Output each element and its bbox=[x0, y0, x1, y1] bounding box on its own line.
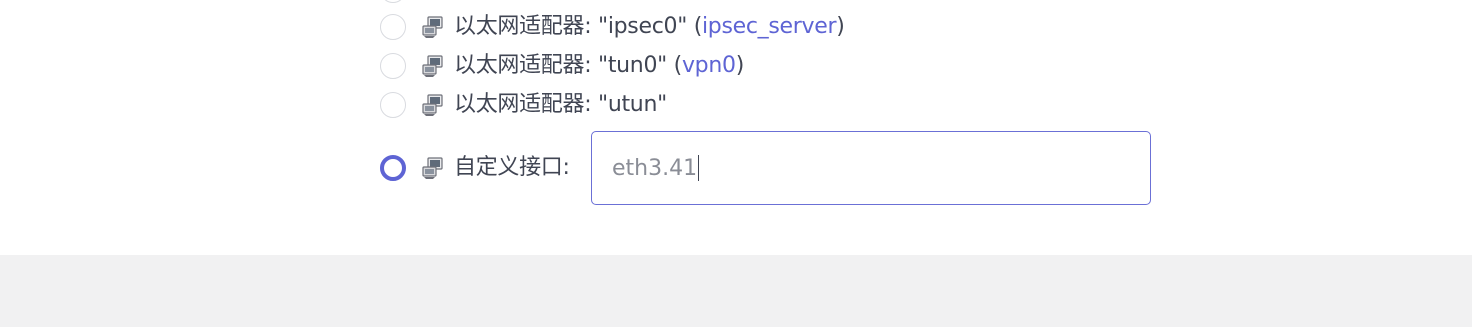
text-caret bbox=[698, 155, 700, 181]
paren-open: ( bbox=[666, 53, 683, 78]
interface-name: 以太网适配器: "tun0" bbox=[454, 53, 667, 78]
interface-radio-utun[interactable] bbox=[380, 92, 406, 118]
interface-radio[interactable] bbox=[380, 0, 406, 3]
interface-selection-panel: 以太网适配器: "ipsec0" (ipsec_server) 以太网适配器: … bbox=[0, 0, 1472, 255]
interface-name: 以太网适配器: "utun" bbox=[454, 92, 667, 117]
interface-radio-tun0[interactable] bbox=[380, 53, 406, 79]
network-adapter-icon bbox=[420, 92, 446, 118]
interface-option-clipped[interactable] bbox=[380, 0, 446, 6]
network-link-ipsec-server[interactable]: ipsec_server bbox=[702, 14, 837, 39]
interface-radio-custom[interactable] bbox=[380, 155, 406, 181]
interface-label: 以太网适配器: "utun" bbox=[454, 89, 667, 121]
interface-option-tun0[interactable]: 以太网适配器: "tun0" (vpn0) bbox=[380, 50, 744, 82]
interface-label: 以太网适配器: "tun0" (vpn0) bbox=[454, 50, 744, 82]
custom-interface-value: eth3.41 bbox=[612, 155, 698, 181]
custom-interface-label: 自定义接口: bbox=[454, 155, 570, 180]
interface-option-custom[interactable]: 自定义接口: bbox=[380, 152, 570, 184]
custom-interface-input[interactable]: eth3.41 bbox=[591, 131, 1151, 205]
page-footer bbox=[0, 255, 1472, 327]
interface-option-utun[interactable]: 以太网适配器: "utun" bbox=[380, 89, 667, 121]
network-adapter-icon bbox=[420, 53, 446, 79]
paren-close: ) bbox=[836, 14, 845, 39]
interface-name: 以太网适配器: "ipsec0" bbox=[454, 14, 688, 39]
interface-radio-ipsec0[interactable] bbox=[380, 14, 406, 40]
network-adapter-icon bbox=[420, 155, 446, 181]
interface-label: 以太网适配器: "ipsec0" (ipsec_server) bbox=[454, 11, 845, 43]
paren-open: ( bbox=[687, 14, 703, 39]
interface-option-ipsec0[interactable]: 以太网适配器: "ipsec0" (ipsec_server) bbox=[380, 11, 845, 43]
network-adapter-icon bbox=[420, 0, 446, 3]
network-adapter-icon bbox=[420, 14, 446, 40]
network-link-vpn0[interactable]: vpn0 bbox=[682, 53, 736, 78]
paren-close: ) bbox=[735, 53, 745, 78]
